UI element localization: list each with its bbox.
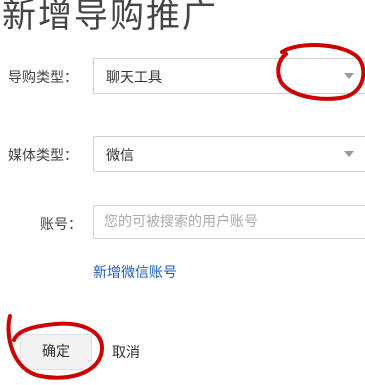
page-title: 新增导购推广 [2,0,218,36]
guide-type-select[interactable]: 聊天工具 [93,58,365,94]
account-input[interactable] [93,205,365,239]
cancel-button[interactable]: 取消 [112,342,140,362]
media-type-select[interactable]: 微信 [93,136,365,172]
add-wechat-account-link[interactable]: 新增微信账号 [93,262,177,282]
media-type-label: 媒体类型： [8,148,78,164]
chevron-down-icon [344,73,354,79]
guide-type-label: 导购类型： [8,70,78,86]
guide-type-value: 聊天工具 [106,70,162,86]
media-type-value: 微信 [106,148,134,164]
confirm-button[interactable]: 确定 [20,334,92,370]
account-label: 账号： [40,217,82,233]
chevron-down-icon [344,151,354,157]
